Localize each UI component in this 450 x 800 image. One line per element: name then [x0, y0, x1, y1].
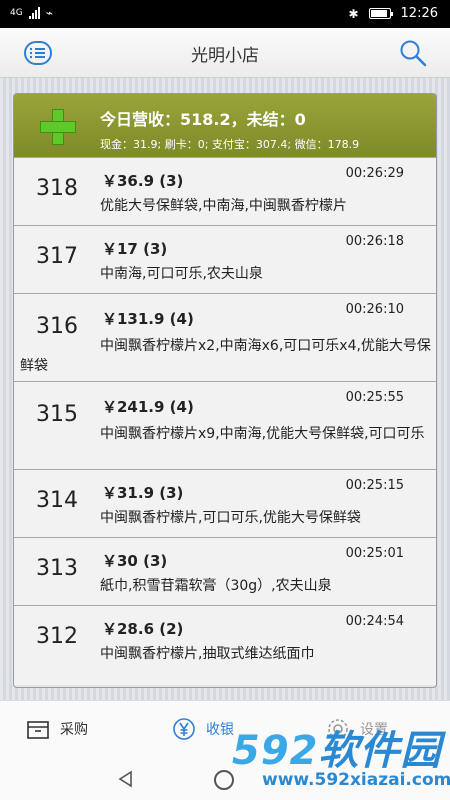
order-items: 中闽飘香柠檬片x2,中南海x6,可口可乐x4,优能大号保鲜袋 [20, 338, 431, 374]
page-title: 光明小店 [191, 46, 259, 66]
usb-icon: ⌁ [45, 6, 53, 20]
nav-purchase[interactable]: 采购 [26, 717, 88, 741]
order-items: 中闽飘香柠檬片,可口可乐,优能大号保鲜袋 [100, 510, 361, 526]
network-type: 4G [10, 8, 23, 18]
summary-detail: 现金：31.9; 刷卡：0; 支付宝：307.4; 微信：178.9 [100, 138, 360, 151]
order-items: 中闽飘香柠檬片x9,中南海,优能大号保鲜袋,可口可乐 [100, 426, 425, 442]
order-amount: ￥28.6 (2) [102, 620, 184, 638]
search-icon[interactable] [398, 38, 428, 68]
order-items: 优能大号保鲜袋,中南海,中闽飘香柠檬片 [100, 198, 347, 214]
battery-icon [368, 8, 393, 19]
order-time: 00:25:55 [345, 390, 404, 405]
box-icon [27, 721, 49, 739]
order-amount: ￥241.9 (4) [102, 398, 194, 416]
order-row[interactable]: 314 ￥31.9 (3) 00:25:15 中闽飘香柠檬片,可口可乐,优能大号… [14, 469, 436, 537]
watermark-logo: 592软件园 [232, 718, 442, 776]
order-time: 00:26:10 [345, 302, 404, 317]
bluetooth-icon: ✱ [348, 6, 359, 21]
watermark-logo-num: 592 [232, 728, 319, 774]
order-items: 紙巾,积雪苷霜软膏（30g）,农夫山泉 [100, 578, 332, 594]
order-amount: ￥17 (3) [102, 240, 168, 258]
order-time: 00:25:15 [345, 478, 404, 493]
order-time: 00:26:29 [345, 166, 404, 181]
order-row[interactable]: 313 ￥30 (3) 00:25:01 紙巾,积雪苷霜软膏（30g）,农夫山泉 [14, 537, 436, 605]
order-items: 中南海,可口可乐,农夫山泉 [100, 266, 263, 282]
site-watermark: 592软件园 www.592xiazai.com [232, 718, 450, 800]
watermark-logo-cn: 软件园 [318, 728, 442, 774]
app-header: 光明小店 [0, 28, 450, 78]
order-amount: ￥31.9 (3) [102, 484, 184, 502]
order-amount: ￥131.9 (4) [102, 310, 194, 328]
order-time: 00:25:01 [345, 546, 404, 561]
main-area: 今日营收：518.2，未结：0 现金：31.9; 刷卡：0; 支付宝：307.4… [0, 78, 450, 700]
watermark-url: www.592xiazai.com [262, 770, 450, 790]
status-bar: 4G ⌁ ✱ 12:26 [0, 0, 450, 28]
signal-icon [28, 7, 40, 19]
plus-icon[interactable] [40, 109, 76, 145]
daily-summary[interactable]: 今日营收：518.2，未结：0 现金：31.9; 刷卡：0; 支付宝：307.4… [14, 94, 436, 157]
home-icon[interactable] [214, 770, 234, 790]
nav-purchase-label: 采购 [60, 722, 88, 738]
back-icon[interactable] [117, 770, 135, 788]
nav-cashier[interactable]: 收银 [172, 717, 234, 741]
yen-icon [173, 718, 195, 740]
status-left: 4G ⌁ [10, 6, 53, 20]
order-amount: ￥36.9 (3) [102, 172, 184, 190]
order-time: 00:24:54 [345, 614, 404, 629]
nav-cashier-label: 收银 [206, 722, 234, 738]
clock: 12:26 [400, 6, 438, 21]
order-row[interactable]: 318 ￥36.9 (3) 00:26:29 优能大号保鲜袋,中南海,中闽飘香柠… [14, 157, 436, 225]
status-right: ✱ 12:26 [348, 6, 438, 21]
order-amount: ￥30 (3) [102, 552, 168, 570]
order-time: 00:26:18 [345, 234, 404, 249]
order-row[interactable]: 315 ￥241.9 (4) 00:25:55 中闽飘香柠檬片x9,中南海,优能… [14, 381, 436, 469]
order-items: 中闽飘香柠檬片,抽取式维达纸面巾 [100, 646, 315, 662]
order-row[interactable]: 312 ￥28.6 (2) 00:24:54 中闽飘香柠檬片,抽取式维达纸面巾 [14, 605, 436, 685]
order-row[interactable]: 317 ￥17 (3) 00:26:18 中南海,可口可乐,农夫山泉 [14, 225, 436, 293]
summary-title: 今日营收：518.2，未结：0 [100, 110, 306, 129]
orders-panel: 今日营收：518.2，未结：0 现金：31.9; 刷卡：0; 支付宝：307.4… [13, 93, 437, 688]
order-row[interactable]: 316 ￥131.9 (4) 00:26:10 中闽飘香柠檬片x2,中南海x6,… [14, 293, 436, 381]
